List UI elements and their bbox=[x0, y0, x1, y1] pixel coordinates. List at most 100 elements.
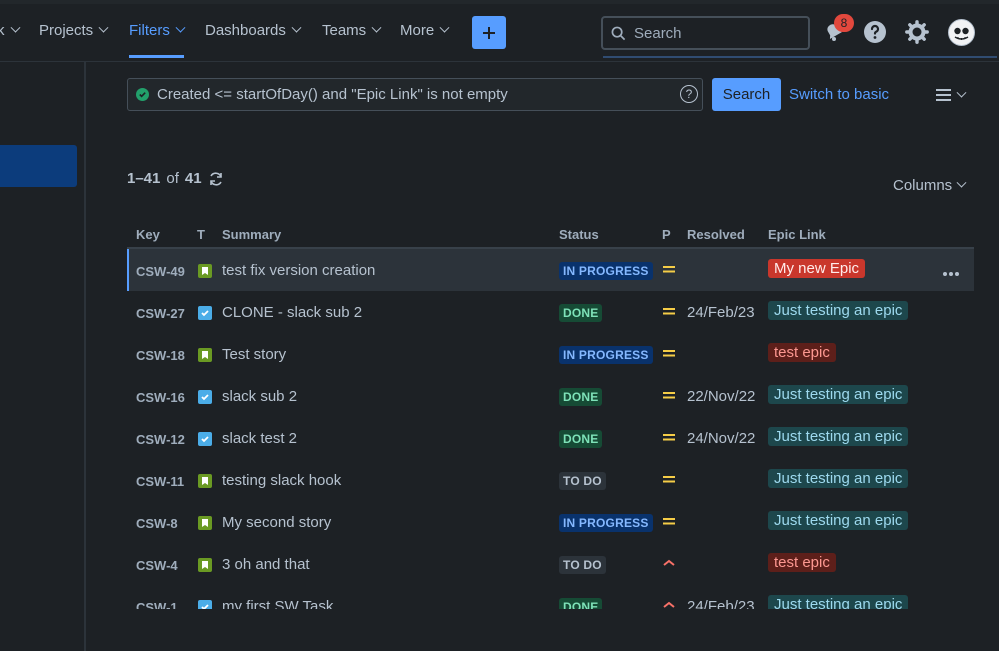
columns-button[interactable]: Columns bbox=[893, 177, 967, 194]
view-options-button[interactable] bbox=[935, 87, 967, 102]
resolved-date: 24/Nov/22 bbox=[687, 430, 756, 447]
chevron-down-icon bbox=[98, 22, 109, 33]
nav-item-dashboards[interactable]: Dashboards bbox=[205, 22, 302, 39]
results-count: 1–41 of 41 bbox=[127, 170, 224, 187]
help-icon bbox=[864, 21, 886, 43]
table-row[interactable]: CSW-12 slack test 2 DONE 24/Nov/22 Just test… bbox=[127, 417, 974, 459]
task-icon bbox=[198, 432, 212, 446]
gear-icon bbox=[905, 20, 929, 44]
nav-item-label: Filters bbox=[129, 22, 170, 39]
issue-summary[interactable]: slack sub 2 bbox=[222, 388, 297, 405]
table-row[interactable]: CSW-4 3 oh and that TO DO test epic bbox=[127, 543, 974, 585]
status-lozenge[interactable]: IN PROGRESS bbox=[559, 514, 653, 532]
issue-summary[interactable]: CLONE - slack sub 2 bbox=[222, 304, 362, 321]
search-focus-strip bbox=[603, 56, 997, 58]
table-row[interactable]: CSW-8 My second story IN PROGRESS Just test… bbox=[127, 501, 974, 543]
priority-medium-icon bbox=[662, 472, 676, 486]
table-row[interactable]: CSW-49 test fix version creation IN PROGRE… bbox=[127, 249, 974, 291]
issue-key-link[interactable]: CSW-16 bbox=[136, 390, 185, 405]
epic-link-lozenge[interactable]: Just testing an epic bbox=[768, 595, 909, 609]
row-actions-button[interactable] bbox=[942, 261, 960, 282]
column-header-summary[interactable]: Summary bbox=[222, 227, 281, 242]
issue-key-link[interactable]: CSW-18 bbox=[136, 348, 185, 363]
issue-summary[interactable]: slack test 2 bbox=[222, 430, 297, 447]
epic-link-lozenge[interactable]: My new Epic bbox=[768, 259, 866, 278]
issue-summary[interactable]: testing slack hook bbox=[222, 472, 341, 489]
search-button[interactable]: Search bbox=[712, 78, 781, 111]
column-header-key[interactable]: Key bbox=[136, 227, 160, 242]
refresh-icon[interactable] bbox=[208, 171, 224, 187]
issue-key-link[interactable]: CSW-4 bbox=[136, 558, 178, 573]
table-row[interactable]: CSW-11 testing slack hook TO DO Just testin… bbox=[127, 459, 974, 501]
story-icon bbox=[198, 264, 212, 278]
nav-item-projects[interactable]: Projects bbox=[39, 22, 109, 39]
task-icon bbox=[198, 600, 212, 609]
task-icon bbox=[198, 306, 212, 320]
sidebar-selected-item[interactable] bbox=[0, 145, 77, 187]
nav-item-truncated[interactable]: k bbox=[0, 22, 20, 39]
resolved-date: 24/Feb/23 bbox=[687, 304, 755, 321]
help-button[interactable] bbox=[861, 18, 889, 46]
jql-help-icon[interactable]: ? bbox=[680, 85, 698, 103]
search-input[interactable] bbox=[634, 24, 794, 42]
nav-item-label: k bbox=[0, 22, 5, 39]
issue-key-link[interactable]: CSW-1 bbox=[136, 600, 178, 609]
settings-button[interactable] bbox=[903, 18, 931, 46]
epic-link-lozenge[interactable]: Just testing an epic bbox=[768, 469, 909, 488]
priority-medium-icon bbox=[662, 514, 676, 528]
jql-editor[interactable]: Created <= startOfDay() and "Epic Link" … bbox=[127, 78, 703, 111]
status-lozenge[interactable]: TO DO bbox=[559, 472, 606, 490]
status-lozenge[interactable]: DONE bbox=[559, 304, 603, 322]
results-range: 1–41 bbox=[127, 170, 161, 187]
table-row[interactable]: CSW-27 CLONE - slack sub 2 DONE 24/Feb/23 Ju… bbox=[127, 291, 974, 333]
issue-summary[interactable]: test fix version creation bbox=[222, 262, 375, 279]
status-lozenge[interactable]: DONE bbox=[559, 598, 603, 609]
epic-link-lozenge[interactable]: Just testing an epic bbox=[768, 511, 909, 530]
column-header-type[interactable]: T bbox=[197, 227, 205, 242]
nav-item-label: More bbox=[400, 22, 435, 39]
column-header-resolved[interactable]: Resolved bbox=[687, 227, 745, 242]
status-lozenge[interactable]: TO DO bbox=[559, 556, 606, 574]
top-strip bbox=[0, 0, 999, 4]
chevron-down-icon bbox=[291, 22, 302, 33]
epic-link-lozenge[interactable]: Just testing an epic bbox=[768, 385, 909, 404]
issue-summary[interactable]: my first SW Task bbox=[222, 598, 333, 609]
status-lozenge[interactable]: IN PROGRESS bbox=[559, 262, 653, 280]
global-search[interactable] bbox=[601, 16, 810, 50]
column-header-epic-link[interactable]: Epic Link bbox=[768, 227, 826, 242]
switch-to-basic-link[interactable]: Switch to basic bbox=[789, 86, 889, 103]
jql-query-text[interactable]: Created <= startOfDay() and "Epic Link" … bbox=[157, 86, 508, 103]
status-lozenge[interactable]: IN PROGRESS bbox=[559, 346, 653, 364]
nav-item-teams[interactable]: Teams bbox=[322, 22, 382, 39]
issue-key-link[interactable]: CSW-11 bbox=[136, 474, 184, 489]
epic-link-lozenge[interactable]: Just testing an epic bbox=[768, 301, 909, 320]
issue-key-link[interactable]: CSW-8 bbox=[136, 516, 178, 531]
more-icon bbox=[943, 272, 959, 276]
column-header-status[interactable]: Status bbox=[559, 227, 599, 242]
epic-link-lozenge[interactable]: test epic bbox=[768, 343, 836, 362]
create-button[interactable] bbox=[472, 16, 506, 49]
valid-check-icon bbox=[136, 88, 149, 101]
column-header-priority[interactable]: P bbox=[662, 227, 671, 242]
priority-medium-icon bbox=[662, 262, 676, 276]
plus-icon bbox=[483, 26, 495, 39]
issue-summary[interactable]: 3 oh and that bbox=[222, 556, 310, 573]
priority-medium-icon bbox=[662, 388, 676, 402]
story-icon bbox=[198, 348, 212, 362]
epic-link-lozenge[interactable]: Just testing an epic bbox=[768, 427, 909, 446]
table-row[interactable]: CSW-16 slack sub 2 DONE 22/Nov/22 Just testi… bbox=[127, 375, 974, 417]
avatar[interactable] bbox=[948, 19, 975, 46]
issue-summary[interactable]: My second story bbox=[222, 514, 331, 531]
epic-link-lozenge[interactable]: test epic bbox=[768, 553, 836, 572]
issue-key-link[interactable]: CSW-49 bbox=[136, 264, 185, 279]
nav-item-filters[interactable]: Filters bbox=[129, 22, 186, 58]
table-row[interactable]: CSW-1 my first SW Task DONE 24/Feb/23 Just t… bbox=[127, 585, 974, 609]
chevron-down-icon bbox=[956, 177, 967, 188]
issue-key-link[interactable]: CSW-27 bbox=[136, 306, 185, 321]
nav-item-more[interactable]: More bbox=[400, 22, 450, 39]
status-lozenge[interactable]: DONE bbox=[559, 388, 603, 406]
issue-key-link[interactable]: CSW-12 bbox=[136, 432, 185, 447]
issue-summary[interactable]: Test story bbox=[222, 346, 286, 363]
table-row[interactable]: CSW-18 Test story IN PROGRESS test epic bbox=[127, 333, 974, 375]
status-lozenge[interactable]: DONE bbox=[559, 430, 603, 448]
